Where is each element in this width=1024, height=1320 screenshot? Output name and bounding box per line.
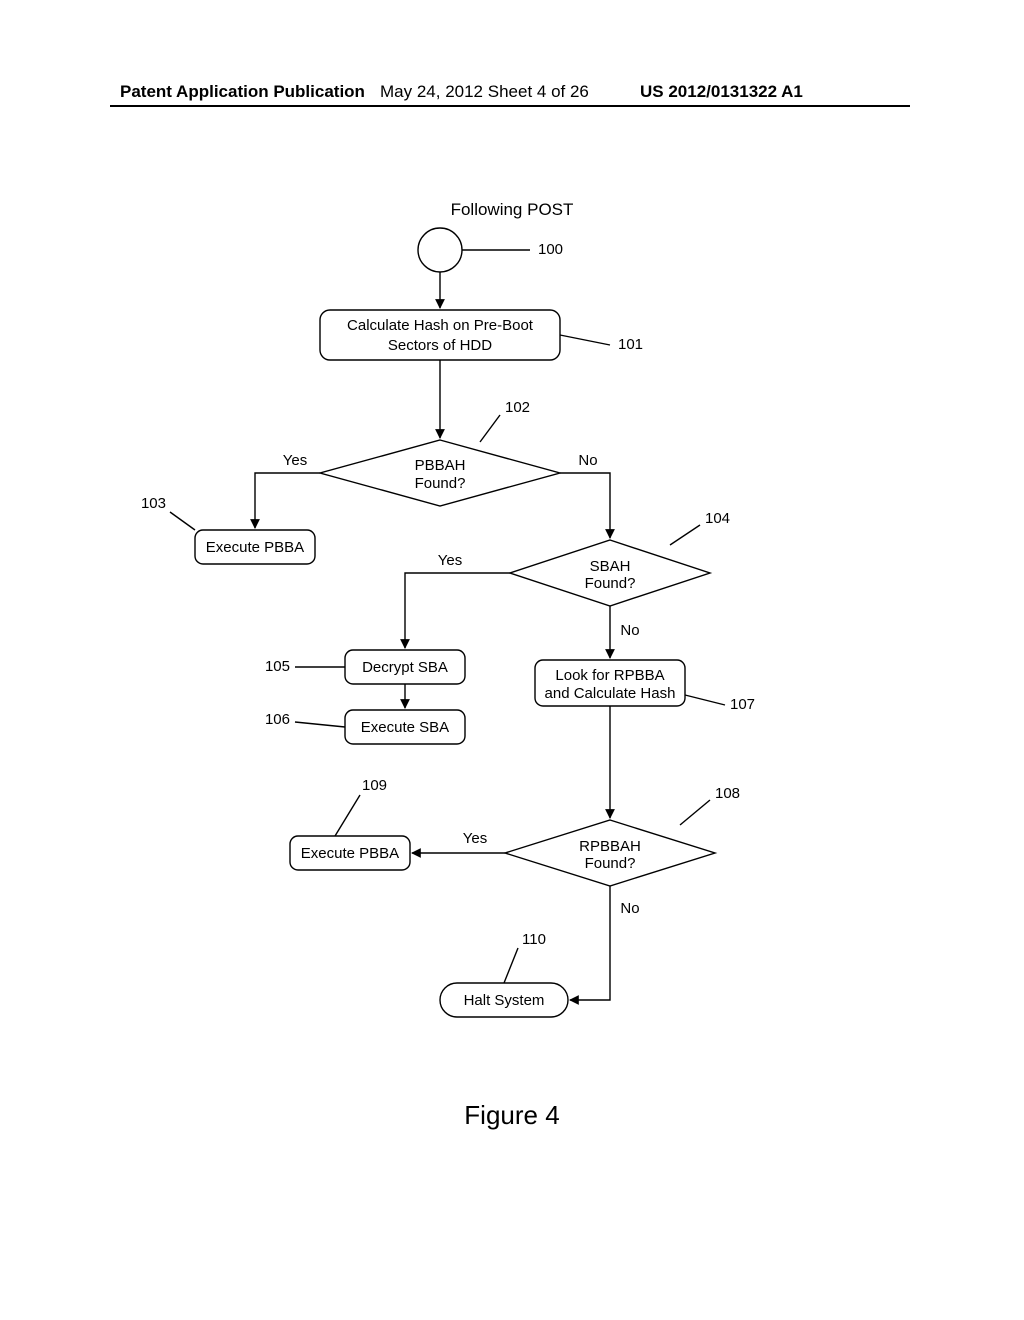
- leader-110: [504, 948, 518, 983]
- header-patent-number: US 2012/0131322 A1: [640, 82, 803, 102]
- label-109: 109: [362, 777, 387, 794]
- leader-103: [170, 512, 195, 530]
- dec-104-line2: Found?: [585, 575, 636, 592]
- edge-108-no-label: No: [620, 900, 639, 917]
- dec-108-line1: RPBBAH: [579, 838, 641, 855]
- edge-102-yes-label: Yes: [283, 452, 307, 469]
- leader-102: [480, 415, 500, 442]
- dec-102-line2: Found?: [415, 475, 466, 492]
- box-106-text: Execute SBA: [361, 719, 449, 736]
- box-109-text: Execute PBBA: [301, 845, 399, 862]
- edge-102-103: [255, 473, 320, 528]
- header-publication: Patent Application Publication: [120, 82, 365, 102]
- header-date-sheet: May 24, 2012 Sheet 4 of 26: [380, 82, 589, 102]
- label-101: 101: [618, 336, 643, 353]
- label-110: 110: [522, 931, 546, 948]
- leader-104: [670, 525, 700, 545]
- leader-108: [680, 800, 710, 825]
- leader-109: [335, 795, 360, 836]
- edge-102-104: [560, 473, 610, 538]
- label-102: 102: [505, 399, 530, 416]
- label-105: 105: [265, 658, 290, 675]
- leader-106: [295, 722, 345, 727]
- label-100: 100: [538, 241, 563, 258]
- box-101-line2: Sectors of HDD: [388, 337, 492, 354]
- edge-108-110: [570, 886, 610, 1000]
- edge-104-105: [405, 573, 510, 648]
- start-node: [418, 228, 462, 272]
- header-rule: [110, 105, 910, 107]
- box-107-line1: Look for RPBBA: [555, 667, 664, 684]
- diagram-title: Following POST: [0, 200, 1024, 220]
- label-108: 108: [715, 785, 740, 802]
- edge-108-yes-label: Yes: [463, 830, 487, 847]
- box-101-line1: Calculate Hash on Pre-Boot: [347, 317, 534, 334]
- edge-104-no-label: No: [620, 622, 639, 639]
- figure-caption: Figure 4: [0, 1100, 1024, 1131]
- edge-102-no-label: No: [578, 452, 597, 469]
- dec-104-line1: SBAH: [590, 558, 631, 575]
- edge-104-yes-label: Yes: [438, 552, 462, 569]
- box-103-text: Execute PBBA: [206, 539, 304, 556]
- label-104: 104: [705, 510, 730, 527]
- label-106: 106: [265, 711, 290, 728]
- dec-102-line1: PBBAH: [415, 457, 466, 474]
- leader-101: [560, 335, 610, 345]
- box-105-text: Decrypt SBA: [362, 659, 448, 676]
- box-107-line2: and Calculate Hash: [545, 685, 676, 702]
- label-107: 107: [730, 696, 755, 713]
- dec-108-line2: Found?: [585, 855, 636, 872]
- box-110-text: Halt System: [464, 992, 545, 1009]
- leader-107: [685, 695, 725, 705]
- label-103: 103: [141, 495, 166, 512]
- flowchart: 100 Calculate Hash on Pre-Boot Sectors o…: [140, 220, 880, 1070]
